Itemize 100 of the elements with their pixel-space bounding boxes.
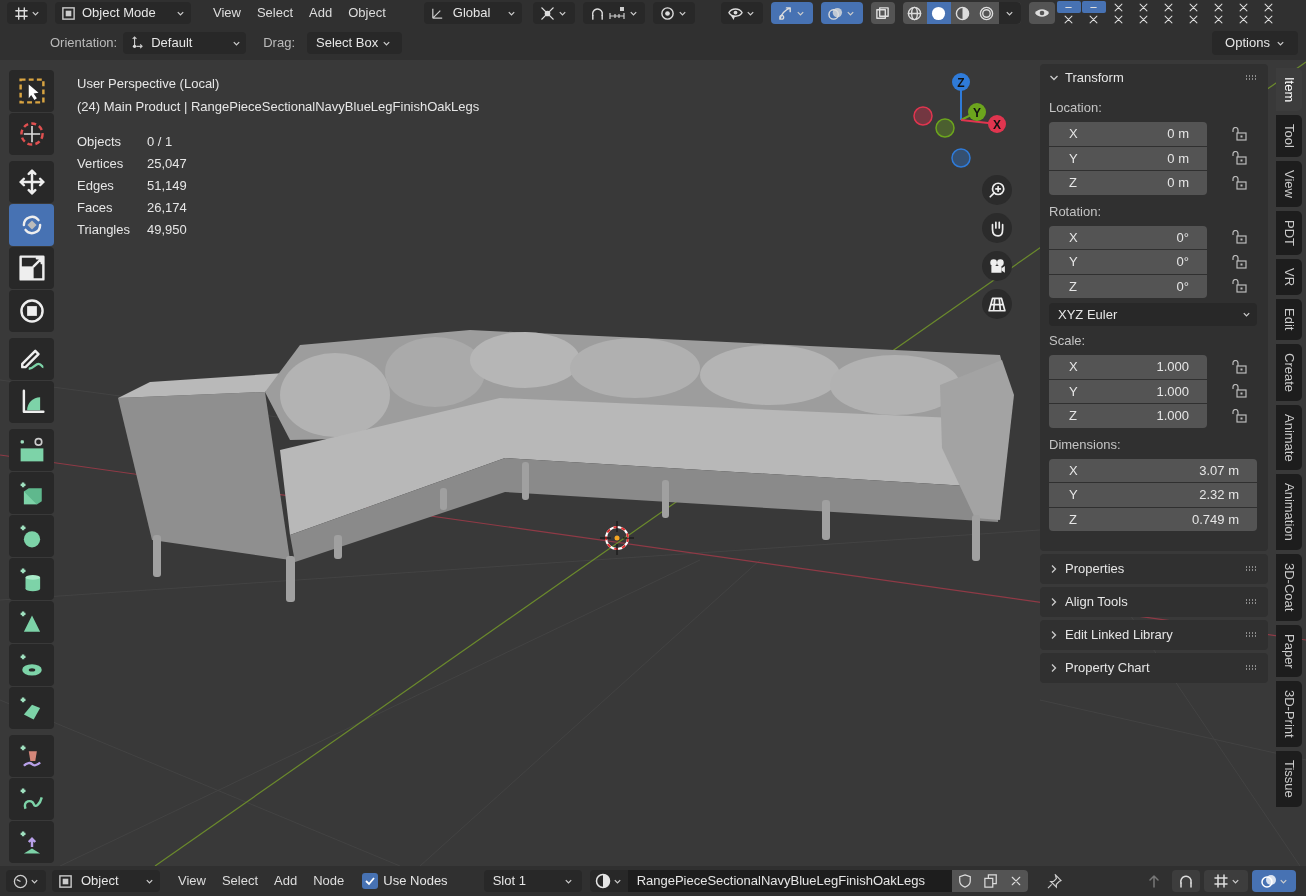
panel-title[interactable]: Properties [1065,559,1239,579]
sidebar-tab[interactable]: PDT [1276,211,1302,256]
lock-icon[interactable] [1231,126,1247,141]
fake-user-button[interactable] [951,870,978,892]
overlay-toggle[interactable] [1252,870,1296,892]
tool-button[interactable] [9,70,54,112]
orientation-dropdown[interactable]: Default [123,32,247,54]
sidebar-tab[interactable]: Paper [1276,624,1302,678]
number-field[interactable]: X 1.000 [1049,355,1207,379]
lock-icon[interactable] [1231,151,1247,166]
panel-title[interactable]: Edit Linked Library [1065,625,1239,645]
sidebar-tab[interactable]: Tool [1276,115,1302,158]
options-dropdown[interactable]: Options [1212,31,1298,55]
unlink-button[interactable] [1003,870,1028,892]
collapsed-panel[interactable]: Property Chart [1040,653,1268,683]
camera-button[interactable] [982,251,1012,281]
tool-button[interactable] [9,113,54,155]
number-field[interactable]: Y 1.000 [1049,379,1207,403]
addon-button[interactable] [1081,1,1106,13]
drag-handle-icon[interactable] [1245,599,1259,605]
lock-icon[interactable] [1231,359,1247,374]
gizmo-dropdown[interactable] [770,2,813,24]
snap-toggle[interactable] [1172,870,1200,892]
number-field[interactable]: Y 0° [1049,250,1207,274]
lock-icon[interactable] [1231,408,1247,423]
menu-item[interactable]: View [205,2,249,24]
sidebar-tab[interactable]: Edit [1276,299,1302,340]
proportional-dropdown[interactable] [652,2,695,24]
sidebar-tab[interactable]: 3D-Print [1276,681,1302,747]
tool-button[interactable] [9,338,54,380]
shading-button[interactable] [926,2,951,24]
menu-item[interactable]: Object [340,2,394,24]
sidebar-tab[interactable]: Animate [1276,404,1302,471]
menu-item[interactable]: Select [248,2,302,24]
tool-button[interactable] [9,429,54,471]
tool-button[interactable] [9,821,54,863]
menu-item[interactable]: View [170,870,214,892]
tool-button[interactable] [9,247,54,289]
pivot-dropdown[interactable] [532,2,575,24]
sidebar-tab[interactable]: Create [1276,343,1302,401]
panel-title[interactable]: Align Tools [1065,592,1239,612]
xray-toggle[interactable] [870,2,895,24]
overlay-dropdown[interactable] [820,2,863,24]
drag-handle-icon[interactable] [1245,665,1259,671]
number-field[interactable]: Z 1.000 [1049,404,1207,428]
addon-button[interactable] [1056,1,1081,13]
transform-orientation-dropdown[interactable]: Global [423,2,522,24]
tool-button[interactable] [9,601,54,643]
selectability-dropdown[interactable] [720,2,763,24]
menu-item[interactable]: Add [266,870,306,892]
collapsed-panel[interactable]: Properties [1040,554,1268,584]
sidebar-tab[interactable]: VR [1276,259,1302,296]
drag-handle-icon[interactable] [1245,632,1259,638]
tool-button[interactable] [9,644,54,686]
menu-item[interactable]: Add [301,2,341,24]
sidebar-tab[interactable]: Animation [1276,474,1302,551]
collapsed-panel[interactable]: Align Tools [1040,587,1268,617]
sidebar-tab[interactable]: View [1276,161,1302,208]
snap-dropdown[interactable] [582,2,645,24]
lock-icon[interactable] [1231,254,1247,269]
collapsed-panel[interactable]: Edit Linked Library [1040,620,1268,650]
lock-icon[interactable] [1231,384,1247,399]
object-dropdown[interactable]: Object [52,870,160,892]
use-nodes-checkbox[interactable]: Use Nodes [362,870,448,892]
tool-button[interactable] [9,381,54,423]
number-field[interactable]: X 3.07 m [1049,458,1257,482]
tool-button[interactable] [9,290,54,332]
hand-button[interactable] [982,213,1012,243]
number-field[interactable]: Y 2.32 m [1049,483,1257,507]
lock-icon[interactable] [1231,230,1247,245]
drag-handle-icon[interactable] [1245,74,1259,81]
mode-dropdown[interactable]: Object Mode [55,2,191,24]
tool-button[interactable] [9,161,54,203]
visibility-button[interactable] [1028,2,1055,24]
navigation-gizmo[interactable]: Z Y X [911,68,1011,172]
lock-icon[interactable] [1231,279,1247,294]
editor-type-button[interactable] [6,870,46,892]
tool-button[interactable] [9,558,54,600]
sidebar-tab[interactable]: 3D-Coat [1276,554,1302,621]
panel-title[interactable]: Transform [1065,67,1239,88]
tool-button[interactable] [9,778,54,820]
slot-dropdown[interactable]: Slot 1 [483,870,582,892]
number-field[interactable]: Z 0.749 m [1049,507,1257,531]
rotation-mode-dropdown[interactable]: XYZ Euler [1049,303,1257,326]
number-field[interactable]: X 0 m [1049,122,1207,146]
tool-button[interactable] [9,515,54,557]
panel-title[interactable]: Property Chart [1065,658,1239,678]
sidebar-tab[interactable]: Item [1276,68,1302,112]
lock-icon[interactable] [1231,175,1247,190]
zoom-button[interactable] [982,175,1012,205]
grid-toggle[interactable] [1204,870,1248,892]
number-field[interactable]: Z 0 m [1049,171,1207,195]
number-field[interactable]: Z 0° [1049,274,1207,298]
menu-item[interactable]: Select [213,870,267,892]
tool-button[interactable] [9,735,54,777]
drag-dropdown[interactable]: Select Box [307,32,402,54]
menu-item[interactable]: Node [305,870,353,892]
material-name-field[interactable]: RangePieceSectionalNavyBlueLegFinishOakLegs [627,870,952,892]
tool-button[interactable] [9,472,54,514]
editor-type-button[interactable] [7,2,47,24]
